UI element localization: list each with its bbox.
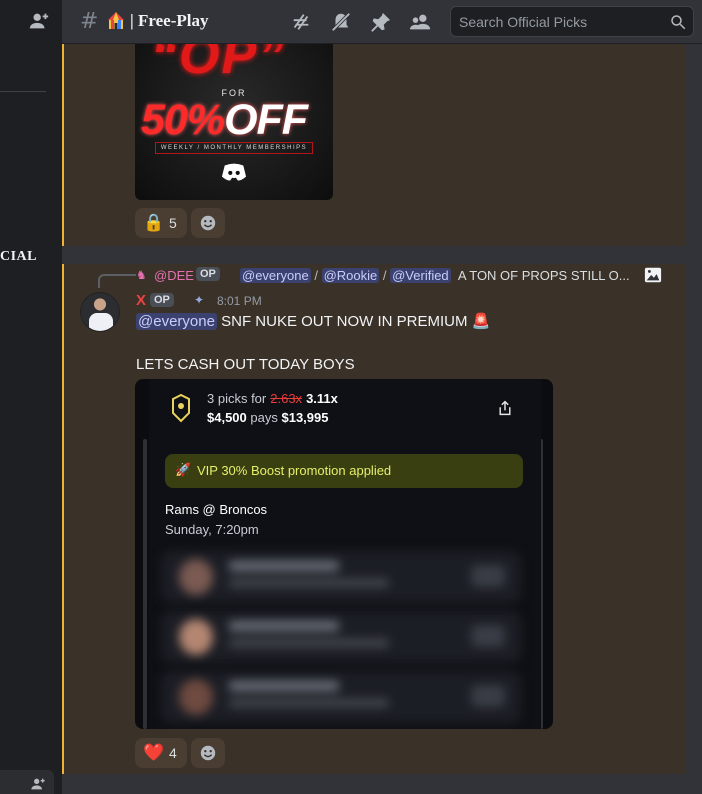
author-role-icon: ♞ [136, 268, 147, 282]
betslip-phone: 3 picks for 2.63x 3.11x $4,500 pays $13,99… [149, 379, 541, 729]
reply-mention-rookie: @Rookie [321, 268, 380, 283]
payout-summary: $4,500 pays $13,995 [207, 410, 328, 425]
message-timestamp: 8:01 PM [217, 294, 262, 308]
add-reaction-button[interactable] [191, 208, 225, 238]
invite-button[interactable] [0, 770, 54, 794]
reaction-count: 5 [169, 215, 177, 231]
reaction-count: 4 [169, 745, 177, 761]
sidebar-divider [0, 91, 46, 92]
promo-off-word: OFF [224, 96, 308, 144]
channel-header: # | Free-Play Search Official Picks [62, 0, 702, 44]
blurred-pick-row [161, 551, 521, 603]
promo-op-text: “OP” [151, 44, 287, 85]
pays-label: pays [250, 410, 278, 425]
picks-prefix: 3 picks for [207, 391, 267, 406]
message-list: “OP” FOR 50%OFF WEEKLY / MONTHLY MEMBERS… [62, 44, 702, 794]
message-text: SNF NUKE OUT NOW IN PREMIUM [216, 313, 472, 330]
lock-icon: 🔒 [143, 213, 165, 232]
phone-edge-left [143, 439, 147, 729]
smiley-icon [200, 215, 216, 231]
threads-icon[interactable] [290, 11, 312, 33]
rocket-icon: 🚀 [175, 462, 192, 477]
reply-op-tag: OP [196, 267, 220, 281]
payout-amount: $13,995 [281, 410, 329, 425]
message-snf-nuke: ♞ @DEE OP @everyone / @Rookie / @Verifie… [62, 264, 686, 774]
channel-sidebar: CIAL [0, 0, 62, 794]
stake-amount: $4,500 [207, 410, 247, 425]
smiley-icon [200, 745, 216, 761]
author-name[interactable]: X [136, 292, 146, 309]
add-user-icon [31, 778, 45, 790]
server-banner-text: CIAL [0, 249, 38, 264]
reply-mention-verified: @Verified [390, 268, 451, 283]
reply-preview[interactable]: ♞ @DEE OP @everyone / @Rookie / @Verifie… [136, 266, 666, 286]
author-op-tag: OP [150, 293, 174, 307]
siren-icon: 🚨 [471, 313, 491, 330]
server-badge-icon: ✦ [194, 293, 205, 307]
reaction-lock[interactable]: 🔒 5 [135, 208, 187, 238]
matchup: Rams @ Broncos [165, 502, 268, 517]
reply-author[interactable]: @DEE [154, 268, 194, 283]
boost-banner: 🚀 VIP 30% Boost promotion applied [165, 454, 523, 488]
reaction-heart[interactable]: ❤️ 4 [135, 738, 187, 768]
member-list-icon[interactable] [410, 11, 432, 33]
message-text-line2: LETS CASH OUT TODAY BOYS [136, 356, 355, 373]
reply-mention-everyone: @everyone [240, 268, 311, 283]
game-time: Sunday, 7:20pm [165, 522, 259, 537]
text-channel-icon: # [80, 9, 99, 34]
new-multiplier: 3.11x [306, 391, 338, 406]
boost-text: VIP 30% Boost promotion applied [197, 463, 392, 478]
discord-window: CIAL # | Free-Play Search Official Picks… [0, 0, 702, 794]
avatar[interactable] [80, 292, 120, 332]
reply-text: A TON OF PROPS STILL O... [457, 268, 630, 283]
mention-everyone[interactable]: @everyone [136, 313, 217, 330]
message-content: @everyone SNF NUKE OUT NOW IN PREMIUM 🚨 [136, 312, 490, 332]
blurred-pick-row [161, 611, 521, 663]
add-reaction-button[interactable] [191, 738, 225, 768]
betslip-screenshot[interactable]: 3 picks for 2.63x 3.11x $4,500 pays $13,99… [135, 379, 553, 729]
pin-icon[interactable] [370, 11, 392, 33]
picks-summary: 3 picks for 2.63x 3.11x [207, 391, 338, 406]
notifications-muted-icon[interactable] [330, 11, 352, 33]
image-attachment-icon [644, 267, 662, 283]
old-multiplier: 2.63x [270, 391, 303, 406]
circus-tent-icon [108, 12, 124, 29]
search-icon [671, 15, 686, 30]
share-icon [499, 400, 511, 416]
promo-off-text: 50%OFF [141, 96, 308, 145]
message-promo: “OP” FOR 50%OFF WEEKLY / MONTHLY MEMBERS… [62, 44, 686, 246]
reply-separator: / [314, 268, 318, 283]
reply-separator: / [382, 268, 387, 283]
blurred-pick-row [161, 671, 521, 723]
reply-content: @everyone / @Rookie / @Verified A TON OF… [240, 268, 630, 283]
channel-name: | Free-Play [130, 11, 209, 30]
search-placeholder: Search Official Picks [459, 14, 588, 30]
heart-icon: ❤️ [143, 743, 165, 762]
add-friend-icon[interactable] [28, 10, 50, 32]
promo-image[interactable]: “OP” FOR 50%OFF WEEKLY / MONTHLY MEMBERS… [135, 44, 333, 200]
reply-spine [98, 274, 136, 288]
promo-percent: 50% [141, 96, 225, 144]
discord-logo-icon [221, 163, 247, 181]
promo-membership-text: WEEKLY / MONTHLY MEMBERSHIPS [155, 142, 313, 154]
search-input[interactable]: Search Official Picks [450, 6, 694, 37]
helmet-icon [172, 393, 190, 423]
